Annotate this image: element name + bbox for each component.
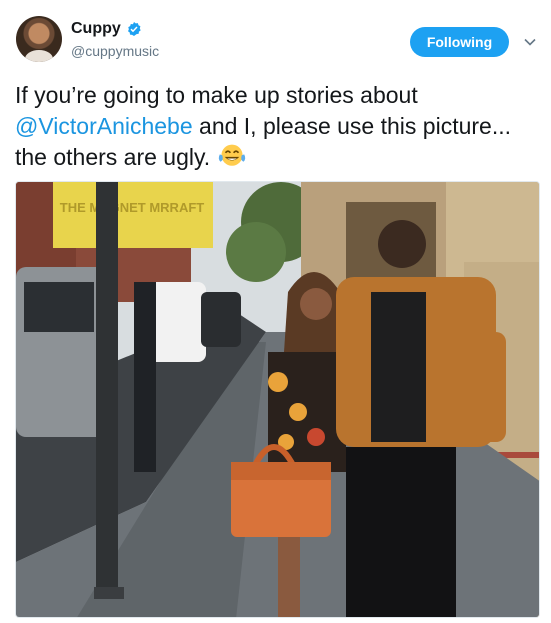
tears-of-joy-emoji-icon — [218, 144, 245, 166]
name-row: Cuppy — [71, 20, 142, 38]
user-handle[interactable]: @cuppymusic — [71, 43, 159, 59]
tweet-photo[interactable]: THE MAGNET MRRAFT — [15, 181, 540, 618]
following-button[interactable]: Following — [410, 27, 509, 57]
chevron-down-icon[interactable] — [523, 35, 537, 49]
tweet-text-part: If you’re going to make up stories about — [15, 82, 418, 108]
tweet-header: Cuppy @cuppymusic Following — [0, 0, 551, 72]
display-name[interactable]: Cuppy — [71, 20, 121, 38]
verified-badge-icon — [127, 22, 141, 36]
tweet-text: If you’re going to make up stories about… — [15, 80, 535, 173]
mention-link[interactable]: @VictorAnichebe — [15, 113, 193, 139]
sign-text: THE MAGNET MRRAFT — [60, 200, 204, 215]
avatar[interactable] — [16, 16, 62, 62]
